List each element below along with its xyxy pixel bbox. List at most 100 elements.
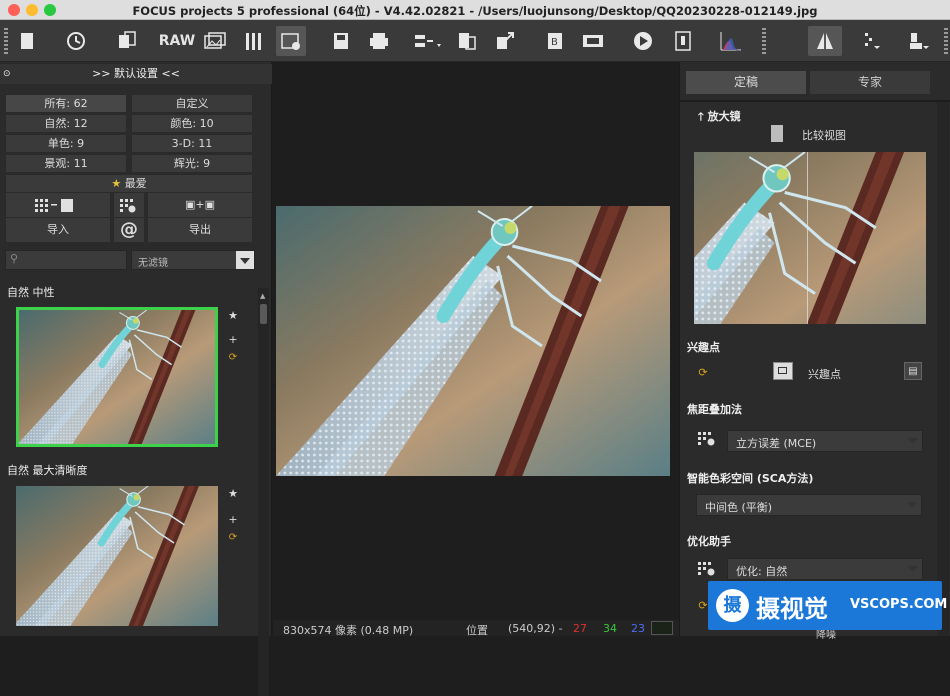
toolbar-grip[interactable] bbox=[4, 28, 8, 54]
poi-button[interactable] bbox=[773, 362, 793, 380]
raw-button[interactable]: RAW bbox=[159, 26, 195, 56]
sca-section-label: 智能色彩空间 (SCA方法) bbox=[687, 472, 814, 485]
history-icon[interactable] bbox=[61, 26, 91, 56]
focus-stack-section-label: 焦距叠加法 bbox=[687, 403, 742, 416]
status-bar: 830x574 像素 (0.48 MP) 位置 (540,92) - 27 34… bbox=[273, 620, 679, 637]
cursor-coords: (540,92) - bbox=[508, 622, 563, 635]
refresh-icon[interactable]: ⟳ bbox=[226, 530, 240, 544]
share-at-button[interactable]: @ bbox=[113, 217, 145, 243]
watermark-en-text: VSCOPS.COM bbox=[850, 597, 948, 612]
focus-stack-icon[interactable] bbox=[698, 432, 718, 448]
export-button[interactable]: 导出 bbox=[147, 217, 253, 243]
assist-select[interactable]: 优化: 自然 bbox=[727, 558, 923, 580]
scroll-up-icon[interactable]: ▲ bbox=[260, 292, 267, 300]
poi-options-icon[interactable]: ▤ bbox=[904, 362, 922, 380]
combine-icon: ▣+▣ bbox=[184, 198, 215, 211]
filter-all-button[interactable]: 所有: 62 bbox=[5, 94, 127, 113]
filter-landscape-button[interactable]: 景观: 11 bbox=[5, 154, 127, 173]
import-button[interactable]: 导入 bbox=[5, 217, 111, 243]
flag-menu-icon[interactable] bbox=[856, 26, 886, 56]
red-value: 27 bbox=[573, 622, 587, 635]
refresh-icon[interactable]: ⟳ bbox=[226, 350, 240, 364]
image-series-icon[interactable] bbox=[200, 26, 230, 56]
preset-grid-icon bbox=[120, 199, 136, 213]
compare-toggle[interactable] bbox=[771, 125, 783, 142]
preset-preview-image bbox=[16, 486, 218, 626]
tab-final[interactable]: 定稿 bbox=[686, 71, 806, 94]
filter-natural-button[interactable]: 自然: 12 bbox=[5, 114, 127, 133]
favorite-star-icon[interactable]: ★ bbox=[226, 486, 240, 500]
tab-expert[interactable]: 专家 bbox=[810, 71, 930, 94]
blue-value: 23 bbox=[631, 622, 645, 635]
play-icon[interactable] bbox=[628, 26, 658, 56]
slideshow-icon[interactable] bbox=[578, 26, 608, 56]
toolbar-separator bbox=[762, 28, 766, 54]
add-icon[interactable]: + bbox=[226, 512, 240, 526]
chevron-down-icon bbox=[904, 431, 922, 451]
open-images-icon[interactable] bbox=[112, 26, 142, 56]
preset-search-input[interactable]: ⚲ bbox=[5, 250, 127, 270]
split-view-icon[interactable] bbox=[808, 26, 842, 56]
poi-section-label: 兴趣点 bbox=[687, 341, 720, 354]
assist-value: 优化: 自然 bbox=[736, 565, 788, 578]
preset-category-title[interactable]: >> 默认设置 << bbox=[92, 67, 180, 80]
green-value: 34 bbox=[603, 622, 617, 635]
info-panel-icon[interactable] bbox=[668, 26, 698, 56]
favorites-label: 最爱 bbox=[124, 177, 147, 190]
panel-menu-icon[interactable]: ⊙ bbox=[3, 64, 11, 84]
assist-section-label: 优化助手 bbox=[687, 535, 731, 548]
assist-icon[interactable] bbox=[698, 562, 718, 578]
tools-icon[interactable] bbox=[238, 26, 268, 56]
image-settings-icon[interactable] bbox=[276, 26, 306, 56]
favorites-button[interactable]: ★ 最爱 bbox=[5, 174, 253, 193]
star-icon: ★ bbox=[111, 177, 122, 190]
focus-stack-select[interactable]: 立方误差 (MCE) bbox=[727, 430, 923, 452]
preset-label: 自然 最大清晰度 bbox=[7, 464, 88, 477]
preset-preview-image bbox=[19, 310, 215, 444]
combine-presets-button[interactable]: ▣+▣ bbox=[147, 192, 253, 218]
focus-stack-value: 立方误差 (MCE) bbox=[736, 437, 817, 450]
magnifier-image bbox=[694, 152, 926, 324]
panel-scrollbar[interactable] bbox=[937, 102, 949, 636]
magnifier-preview[interactable] bbox=[694, 152, 926, 324]
poi-reset-icon[interactable]: ⟳ bbox=[695, 364, 711, 380]
divider bbox=[680, 100, 950, 102]
save-icon[interactable] bbox=[326, 26, 356, 56]
main-image[interactable] bbox=[276, 206, 670, 476]
magnifier-section[interactable]: 🡑 放大镜 bbox=[698, 108, 741, 127]
preset-thumbnail-selected[interactable] bbox=[16, 307, 218, 447]
filter-mono-button[interactable]: 单色: 9 bbox=[5, 134, 127, 153]
share-icon[interactable] bbox=[490, 26, 520, 56]
preset-scrollbar[interactable]: ▲ bbox=[258, 288, 269, 696]
brand-logo-icon: 摄 bbox=[716, 589, 749, 622]
color-swatch bbox=[651, 621, 673, 635]
filter-glow-button[interactable]: 辉光: 9 bbox=[131, 154, 253, 173]
scrollbar-thumb[interactable] bbox=[260, 304, 267, 324]
watermark-cn-text: 摄视觉 bbox=[756, 595, 828, 623]
export-menu-icon[interactable] bbox=[410, 26, 446, 56]
preset-grid-button[interactable] bbox=[113, 192, 145, 218]
filter-select[interactable]: 无滤镜 bbox=[131, 250, 255, 270]
histogram-icon[interactable] bbox=[716, 26, 746, 56]
preset-thumbnail[interactable] bbox=[16, 486, 218, 626]
toolbar-grip-right[interactable] bbox=[944, 28, 948, 54]
preset-panel: ⊙ >> 默认设置 << 所有: 62 自定义 自然: 12 颜色: 10 单色… bbox=[0, 62, 272, 696]
save-preset-button[interactable] bbox=[5, 192, 111, 218]
favorite-star-icon[interactable]: ★ bbox=[226, 308, 240, 322]
print-icon[interactable] bbox=[364, 26, 394, 56]
copy-settings-icon[interactable] bbox=[452, 26, 482, 56]
grid-to-file-icon bbox=[35, 199, 73, 212]
filter-3d-button[interactable]: 3-D: 11 bbox=[131, 134, 253, 153]
filter-custom-button[interactable]: 自定义 bbox=[131, 94, 253, 113]
batch-icon[interactable]: B bbox=[540, 26, 570, 56]
site-watermark: 摄 摄视觉 VSCOPS.COM bbox=[708, 581, 947, 630]
new-document-icon[interactable] bbox=[12, 26, 42, 56]
image-viewport[interactable] bbox=[273, 62, 679, 636]
svg-text:B: B bbox=[551, 37, 558, 48]
chevron-down-icon bbox=[903, 495, 921, 515]
tools-menu-icon[interactable] bbox=[904, 26, 934, 56]
filter-color-button[interactable]: 颜色: 10 bbox=[131, 114, 253, 133]
sca-select[interactable]: 中间色 (平衡) bbox=[696, 494, 922, 516]
compare-split-line[interactable] bbox=[807, 152, 808, 324]
add-icon[interactable]: + bbox=[226, 332, 240, 346]
